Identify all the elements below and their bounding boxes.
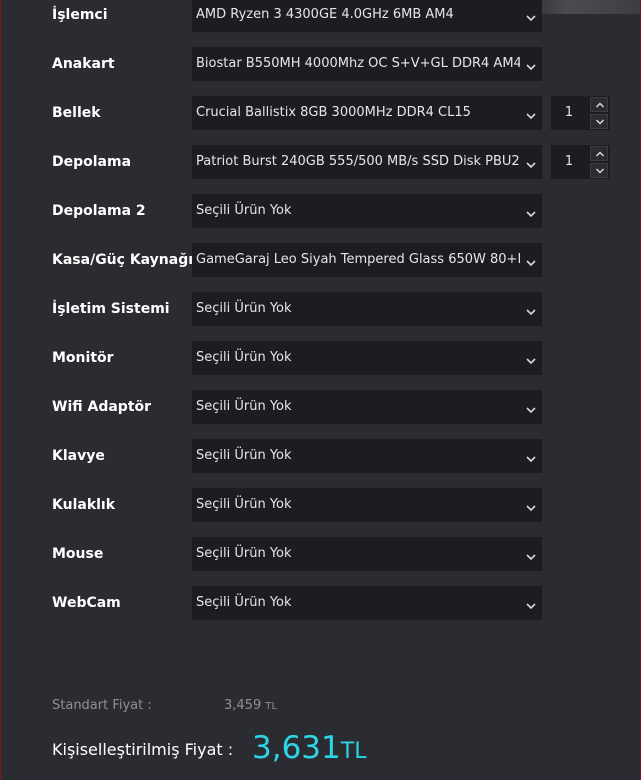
component-select-value: Patriot Burst 240GB 555/500 MB/s SSD Dis… (196, 154, 520, 169)
component-select[interactable]: Seçili Ürün Yok (192, 488, 542, 522)
standard-price-amount: 3,459 (224, 698, 262, 713)
component-label: Wifi Adaptör (52, 399, 152, 415)
component-select[interactable]: Seçili Ürün Yok (192, 292, 542, 326)
component-select[interactable]: Patriot Burst 240GB 555/500 MB/s SSD Dis… (192, 145, 542, 179)
component-row: Wifi Adaptör Seçili Ürün Yok (1, 390, 641, 424)
chevron-down-icon (525, 352, 537, 365)
configurator-panel: İşlemci AMD Ryzen 3 4300GE 4.0GHz 6MB AM4… (0, 0, 641, 780)
component-label: Klavye (52, 448, 105, 464)
chevron-down-icon (525, 156, 537, 169)
component-row: Depolama Patriot Burst 240GB 555/500 MB/s… (1, 145, 641, 179)
component-label: Anakart (52, 56, 115, 72)
chevron-down-icon (525, 597, 537, 610)
standard-price-currency: TL (265, 701, 278, 712)
custom-price-amount: 3,631 (252, 730, 341, 766)
component-label: İşlemci (52, 7, 108, 23)
standard-price-label: Standart Fiyat : (52, 698, 152, 713)
chevron-down-icon (525, 401, 537, 414)
chevron-down-icon (525, 548, 537, 561)
chevron-down-icon (525, 499, 537, 512)
quantity-stepper[interactable]: 1 (551, 145, 610, 179)
custom-price-currency: TL (340, 739, 367, 764)
component-select-value: Seçili Ürün Yok (196, 350, 292, 365)
chevron-up-icon[interactable] (590, 97, 608, 112)
component-row: İşletim Sistemi Seçili Ürün Yok (1, 292, 641, 326)
component-select-value: Seçili Ürün Yok (196, 497, 292, 512)
component-select[interactable]: Seçili Ürün Yok (192, 341, 542, 375)
component-select[interactable]: Seçili Ürün Yok (192, 586, 542, 620)
component-select-value: Seçili Ürün Yok (196, 301, 292, 316)
chevron-down-icon (525, 450, 537, 463)
component-select[interactable]: Seçili Ürün Yok (192, 537, 542, 571)
chevron-down-icon (525, 205, 537, 218)
component-select-value: GameGaraj Leo Siyah Tempered Glass 650W … (196, 252, 520, 267)
chevron-down-icon (525, 303, 537, 316)
component-select[interactable]: AMD Ryzen 3 4300GE 4.0GHz 6MB AM4 (192, 0, 542, 32)
component-select-value: AMD Ryzen 3 4300GE 4.0GHz 6MB AM4 (196, 7, 454, 22)
quantity-buttons (588, 96, 610, 130)
component-label: Monitör (52, 350, 114, 366)
component-label: Bellek (52, 105, 101, 121)
quantity-value[interactable]: 1 (551, 96, 587, 130)
component-row: Kasa/Güç Kaynağı GameGaraj Leo Siyah Temp… (1, 243, 641, 277)
component-select-value: Seçili Ürün Yok (196, 203, 292, 218)
component-select-value: Seçili Ürün Yok (196, 399, 292, 414)
component-label: İşletim Sistemi (52, 301, 170, 317)
component-label: WebCam (52, 595, 121, 611)
component-label: Kulaklık (52, 497, 116, 513)
custom-price-label: Kişiselleştirilmiş Fiyat : (52, 740, 234, 759)
component-select-value: Biostar B550MH 4000Mhz OC S+V+GL DDR4 AM… (196, 56, 520, 71)
component-select-value: Seçili Ürün Yok (196, 595, 292, 610)
component-label: Kasa/Güç Kaynağı (52, 252, 192, 268)
component-label: Depolama (52, 154, 132, 170)
quantity-stepper[interactable]: 1 (551, 96, 610, 130)
chevron-down-icon (525, 9, 537, 22)
component-row: Depolama 2 Seçili Ürün Yok (1, 194, 641, 228)
chevron-down-icon (525, 254, 537, 267)
component-select-value: Seçili Ürün Yok (196, 448, 292, 463)
custom-price-value: 3,631TL (252, 726, 366, 770)
component-row: Anakart Biostar B550MH 4000Mhz OC S+V+GL … (1, 47, 641, 81)
component-row: Monitör Seçili Ürün Yok (1, 341, 641, 375)
component-select[interactable]: GameGaraj Leo Siyah Tempered Glass 650W … (192, 243, 542, 277)
component-row: Kulaklık Seçili Ürün Yok (1, 488, 641, 522)
quantity-value[interactable]: 1 (551, 145, 587, 179)
component-label: Depolama 2 (52, 203, 146, 219)
chevron-down-icon[interactable] (590, 163, 608, 178)
standard-price-value: 3,459 TL (224, 695, 277, 717)
component-select[interactable]: Crucial Ballistix 8GB 3000MHz DDR4 CL15 (192, 96, 542, 130)
chevron-down-icon (525, 58, 537, 71)
component-row: Bellek Crucial Ballistix 8GB 3000MHz DDR4… (1, 96, 641, 130)
component-select[interactable]: Seçili Ürün Yok (192, 439, 542, 473)
component-select[interactable]: Seçili Ürün Yok (192, 390, 542, 424)
quantity-buttons (588, 145, 610, 179)
component-select[interactable]: Biostar B550MH 4000Mhz OC S+V+GL DDR4 AM… (192, 47, 542, 81)
component-label: Mouse (52, 546, 104, 562)
component-row: Mouse Seçili Ürün Yok (1, 537, 641, 571)
component-row: Klavye Seçili Ürün Yok (1, 439, 641, 473)
component-select-value: Seçili Ürün Yok (196, 546, 292, 561)
chevron-down-icon[interactable] (590, 114, 608, 129)
component-row: WebCam Seçili Ürün Yok (1, 586, 641, 620)
component-select-value: Crucial Ballistix 8GB 3000MHz DDR4 CL15 (196, 105, 471, 120)
chevron-down-icon (525, 107, 537, 120)
component-row: İşlemci AMD Ryzen 3 4300GE 4.0GHz 6MB AM4 (1, 0, 641, 32)
chevron-up-icon[interactable] (590, 146, 608, 161)
component-select[interactable]: Seçili Ürün Yok (192, 194, 542, 228)
